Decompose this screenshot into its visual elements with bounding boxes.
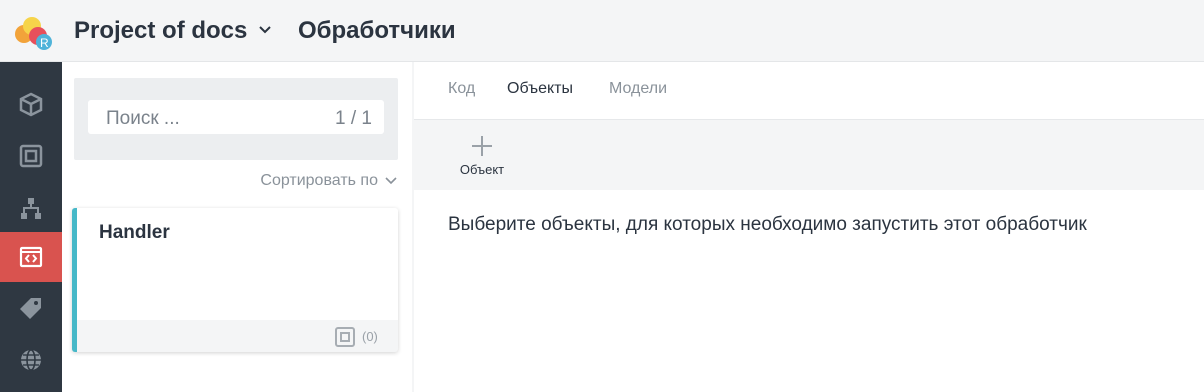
sidebar-item-tags[interactable]: [0, 283, 62, 333]
tab-models[interactable]: Модели: [609, 80, 667, 98]
square-frame-icon: [335, 327, 355, 347]
tab-objects[interactable]: Объекты: [507, 80, 573, 98]
add-object-label: Объект: [459, 162, 505, 177]
search-result-counter: 1 / 1: [335, 108, 372, 129]
add-object-button[interactable]: Объект: [450, 130, 514, 184]
chevron-down-icon[interactable]: [257, 22, 273, 38]
tab-code[interactable]: Код: [448, 80, 475, 98]
sidebar-item-models[interactable]: [0, 131, 62, 181]
sidebar-item-objects[interactable]: [0, 79, 62, 129]
sidebar-item-hierarchy[interactable]: [0, 183, 62, 233]
search-input[interactable]: Поиск ... 1 / 1: [88, 100, 384, 134]
top-header: R Project of docs Обработчики: [0, 0, 1204, 62]
object-count: (0): [362, 329, 378, 344]
globe-icon: [21, 349, 41, 371]
empty-state-hint: Выберите объекты, для которых необходимо…: [448, 214, 1087, 235]
sidebar: [0, 62, 62, 392]
sort-label: Сортировать по: [260, 172, 378, 189]
sidebar-item-network[interactable]: [0, 335, 62, 385]
search-area: Поиск ... 1 / 1: [74, 78, 398, 160]
chevron-down-icon: [385, 177, 397, 185]
app-logo-icon[interactable]: R: [10, 12, 56, 52]
sort-dropdown[interactable]: Сортировать по: [260, 172, 398, 190]
toolbar: Объект: [414, 120, 1204, 190]
main-content: Код Объекты Модели Объект Выберите объек…: [414, 62, 1204, 392]
hierarchy-icon: [21, 198, 41, 219]
handler-name: Handler: [99, 222, 170, 243]
project-name[interactable]: Project of docs: [74, 17, 247, 45]
page-title: Обработчики: [298, 17, 456, 44]
search-placeholder: Поиск ...: [106, 108, 180, 129]
cube-icon: [19, 92, 43, 117]
tab-bar: Код Объекты Модели: [414, 62, 1204, 120]
handlers-list-panel: Поиск ... 1 / 1 Сортировать по Handler (…: [62, 62, 412, 392]
list-item[interactable]: Handler (0): [72, 208, 398, 352]
svg-text:R: R: [40, 36, 49, 50]
tag-icon: [20, 298, 41, 319]
plus-icon: [472, 136, 492, 156]
code-window-icon: [19, 246, 43, 268]
square-frame-icon: [19, 144, 43, 168]
sidebar-item-handlers[interactable]: [0, 232, 62, 282]
